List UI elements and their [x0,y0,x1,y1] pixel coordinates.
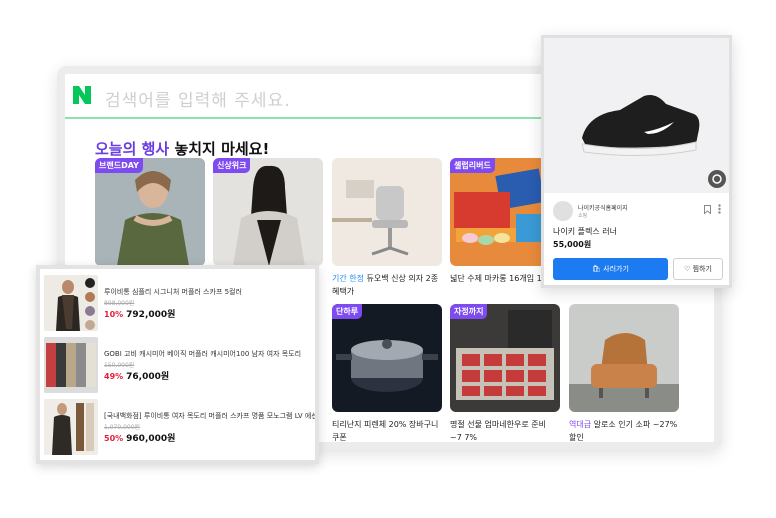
card-image: 단하루 [332,304,442,412]
product-list-panel: 루이비통 심플리 시그니처 머플러 스카프 5컬러 898,000원 10% 79… [36,265,319,464]
card-image [332,158,442,266]
event-card[interactable]: 역대급 알로소 인기 소파 ~27% 할인 [569,304,679,442]
product-detail-card: 나이키공식홈페이지 쇼핑 나이키 플렉스 러너 55,000원 🛍 사러가기 ♡… [541,35,732,288]
beef-photo [450,304,560,412]
card-badge: 단하루 [332,304,363,319]
card-caption: 명절 선물 엄마네한우로 준비 ~7 7% [450,420,546,442]
sneaker-photo [581,95,700,157]
product-image[interactable] [544,38,729,193]
product-name: GOBI 고비 캐시미어 베이직 머플러 캐시미어100 남자 여자 목도리 [104,350,302,358]
card-caption: 역대급 알로소 인기 소파 ~27% 할인 [569,420,678,442]
sale-price: 50% 960,000원 [104,434,176,444]
card-image: 신상위크 [213,158,323,266]
more-options-icon[interactable] [718,204,721,214]
card-badge: 셀럽리버드 [450,158,495,173]
product-price: 55,000원 [553,240,592,249]
scarf-model-photo [44,275,98,331]
card-caption: 기간 한정 듀오백 신상 의자 2종 혜택가 [332,274,439,296]
pot-photo [332,304,442,412]
seller-category: 쇼핑 [578,213,588,219]
event-card[interactable]: 자정까지 명절 선물 엄마네한우로 준비 ~7 7% [450,304,560,442]
headline-rest: 놓치지 마세요! [169,140,270,158]
muffler-photo [44,337,98,393]
card-badge: 자정까지 [450,304,488,319]
product-thumbnail [44,399,98,455]
product-thumbnail [44,275,98,331]
sale-price: 10% 792,000원 [104,310,176,320]
card-image [569,304,679,412]
product-title: 나이키 플렉스 러너 [553,227,617,236]
event-card[interactable]: 신상위크 [213,158,323,266]
original-price: 150,000원 [104,362,135,369]
event-card[interactable]: 단하루 티리난지 피렌체 20% 장바구니 쿠폰 [332,304,442,442]
sale-price: 49% 76,000원 [104,372,170,382]
page-headline: 오늘의 행사 놓치지 마세요! [95,138,269,159]
bookmark-icon[interactable] [704,205,711,214]
original-price: 898,000원 [104,300,135,307]
buy-button[interactable]: 🛍 사러가기 [553,258,668,280]
card-image: 자정까지 [450,304,560,412]
heart-icon: ♡ [684,265,691,273]
headline-accent: 오늘의 행사 [95,140,170,158]
seller-avatar[interactable] [553,201,573,221]
list-item[interactable]: 루이비통 심플리 시그니처 머플러 스카프 5컬러 898,000원 10% 79… [44,275,314,333]
product-thumbnail [44,337,98,393]
seller-name[interactable]: 나이키공식홈페이지 [578,203,628,212]
card-badge: 신상위크 [213,158,251,173]
lv-scarf-photo [44,399,98,455]
search-input[interactable]: 검색어를 입력해 주세요. [105,86,291,111]
card-badge: 브랜드DAY [95,158,143,173]
event-card[interactable]: 기간 한정 듀오백 신상 의자 2종 혜택가 [332,158,442,298]
product-name: [국내백화점] 루이비통 여자 목도리 머플러 스카프 명품 모노그램 LV 에… [104,412,318,420]
stage: 검색어를 입력해 주세요. 오늘의 행사 놓치지 마세요! 브랜드DAY 신상위… [0,0,776,518]
original-price: 1,070,000원 [104,424,141,431]
naver-logo-icon[interactable] [71,84,93,106]
cart-icon: 🛍 [592,265,601,273]
image-search-icon[interactable] [708,170,726,188]
model-photo [213,158,323,266]
event-card[interactable]: 브랜드DAY [95,158,205,266]
list-item[interactable]: [국내백화점] 루이비통 여자 목도리 머플러 스카프 명품 모노그램 LV 에… [44,399,315,457]
sofa-photo [569,304,679,412]
card-caption: 티리난지 피렌체 20% 장바구니 쿠폰 [332,420,439,442]
card-image: 브랜드DAY [95,158,205,266]
list-item[interactable]: GOBI 고비 캐시미어 베이직 머플러 캐시미어100 남자 여자 목도리 1… [44,337,314,395]
chair-photo [332,158,442,266]
product-name: 루이비통 심플리 시그니처 머플러 스카프 5컬러 [104,288,242,296]
model-photo [95,158,205,266]
wishlist-button[interactable]: ♡ 찜하기 [673,258,723,280]
